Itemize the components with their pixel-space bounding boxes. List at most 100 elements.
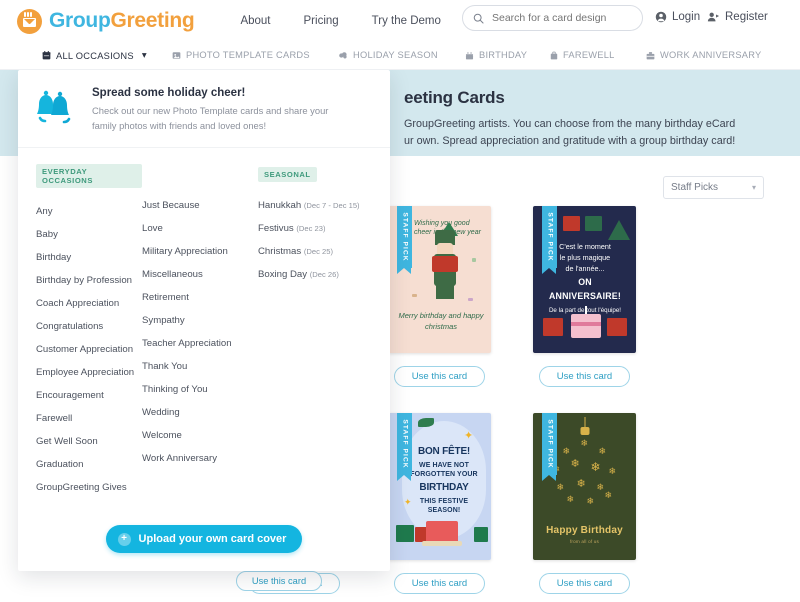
envelope-hand-icon bbox=[17, 8, 42, 34]
list-item[interactable]: Welcome bbox=[142, 424, 258, 447]
list-item-label: Boxing Day bbox=[258, 269, 308, 281]
staff-pick-ribbon: STAFF PICK bbox=[397, 413, 412, 481]
staff-pick-label: STAFF PICK bbox=[546, 212, 553, 262]
list-item[interactable]: Graduation bbox=[36, 453, 142, 476]
bells-icon bbox=[36, 87, 78, 133]
occasions-columns: EVERYDAY OCCASIONS Any Baby Birthday Bir… bbox=[18, 148, 390, 499]
use-this-card-button[interactable]: Use this card bbox=[539, 366, 630, 387]
nav-tab-birthday[interactable]: BIRTHDAY bbox=[465, 50, 527, 60]
card-thumbnail-gold-ornament[interactable]: STAFF PICK ❄ ❄ ❄ ❄ ❄ ❄ ❄ ❄ ❄ ❄ ❄ ❄ Happy… bbox=[533, 413, 636, 560]
everyday-occasions-column-2: Just Because Love Military Appreciation … bbox=[142, 164, 258, 499]
use-this-card-button[interactable]: Use this card bbox=[394, 573, 485, 594]
list-item[interactable]: Customer Appreciation bbox=[36, 338, 142, 361]
list-item[interactable]: Retirement bbox=[142, 286, 258, 309]
plus-circle-icon: + bbox=[117, 532, 131, 546]
star-icon: ✦ bbox=[464, 430, 474, 442]
nav-tab-work-anniversary[interactable]: WORK ANNIVERSARY bbox=[646, 50, 761, 60]
card-text-line-1: BON FÊTE! bbox=[417, 446, 471, 457]
all-occasions-dropdown-panel: Spread some holiday cheer! Check out our… bbox=[18, 70, 390, 571]
card-text-line-1: C'est le moment bbox=[559, 242, 611, 251]
list-item[interactable]: Miscellaneous bbox=[142, 263, 258, 286]
list-item[interactable]: Thank You bbox=[142, 355, 258, 378]
list-item[interactable]: Birthday bbox=[36, 246, 142, 269]
list-item[interactable]: Get Well Soon bbox=[36, 430, 142, 453]
nav-link-try-demo[interactable]: Try the Demo bbox=[372, 15, 441, 27]
card-subtitle-text: from all of us bbox=[569, 539, 600, 544]
staff-pick-ribbon: STAFF PICK bbox=[542, 413, 557, 481]
list-item[interactable]: Any bbox=[36, 200, 142, 223]
nutcracker-legs bbox=[436, 285, 454, 299]
card-text-line-6: SEASON! bbox=[427, 507, 461, 515]
card-thumbnail-nutcracker[interactable]: STAFF PICK Wishing you good cheer in the… bbox=[388, 206, 491, 353]
list-item[interactable]: Employee Appreciation bbox=[36, 361, 142, 384]
sort-select[interactable]: Staff Picks ▾ bbox=[663, 176, 764, 199]
card-title-text: Happy Birthday bbox=[546, 525, 623, 536]
card-thumbnail-bon-anniversaire[interactable]: STAFF PICK C'est le moment le plus magiq… bbox=[533, 206, 636, 353]
list-item[interactable]: Military Appreciation bbox=[142, 240, 258, 263]
page-title: eeting Cards bbox=[404, 88, 505, 107]
staff-pick-label: STAFF PICK bbox=[401, 419, 408, 469]
card-thumbnail-bon-fete[interactable]: STAFF PICK ✦ ✦ BON FÊTE! WE HAVE NOT FOR… bbox=[388, 413, 491, 560]
nav-tab-farewell[interactable]: FAREWELL bbox=[550, 50, 615, 60]
hero-description: GroupGreeting artists. You can choose fr… bbox=[404, 116, 800, 149]
card-text-line-3: de l'année... bbox=[565, 264, 605, 274]
logo-text: GroupGreeting bbox=[49, 9, 195, 33]
list-item[interactable]: Sympathy bbox=[142, 309, 258, 332]
list-item[interactable]: Christmas (Dec 25) bbox=[258, 240, 372, 263]
everyday-list-2: Just Because Love Military Appreciation … bbox=[142, 194, 258, 470]
hero-line-2: ur own. Spread appreciation and gratitud… bbox=[404, 134, 736, 147]
list-item[interactable]: Coach Appreciation bbox=[36, 292, 142, 315]
promo-banner[interactable]: Spread some holiday cheer! Check out our… bbox=[18, 70, 390, 149]
login-link[interactable]: Login bbox=[655, 11, 700, 23]
site-header: GroupGreeting About Pricing Try the Demo… bbox=[0, 0, 800, 42]
nav-link-pricing[interactable]: Pricing bbox=[304, 15, 339, 27]
list-item[interactable]: Wedding bbox=[142, 401, 258, 424]
use-this-card-button[interactable]: Use this card bbox=[539, 573, 630, 594]
column-heading-seasonal: SEASONAL bbox=[258, 167, 317, 183]
list-item[interactable]: Festivus (Dec 23) bbox=[258, 217, 372, 240]
list-item[interactable]: Love bbox=[142, 217, 258, 240]
upload-card-cover-button[interactable]: + Upload your own card cover bbox=[105, 525, 303, 553]
staff-pick-label: STAFF PICK bbox=[401, 212, 408, 262]
use-this-card-button[interactable]: Use this card bbox=[394, 366, 485, 387]
calendar-icon bbox=[42, 51, 51, 60]
list-item[interactable]: Birthday by Profession bbox=[36, 269, 142, 292]
nav-tab-label: PHOTO TEMPLATE CARDS bbox=[186, 50, 310, 60]
list-item[interactable]: Encouragement bbox=[36, 384, 142, 407]
logo[interactable]: GroupGreeting bbox=[17, 8, 195, 34]
tree-icon bbox=[608, 220, 630, 240]
seasonal-column: SEASONAL Hanukkah (Dec 7 - Dec 15) Festi… bbox=[258, 164, 372, 499]
cake-icon bbox=[422, 521, 462, 546]
sort-bar: Staff Picks ▾ bbox=[663, 176, 764, 199]
list-item[interactable]: Hanukkah (Dec 7 - Dec 15) bbox=[258, 194, 372, 217]
list-item[interactable]: Farewell bbox=[36, 407, 142, 430]
list-item[interactable]: Just Because bbox=[142, 194, 258, 217]
search-input[interactable] bbox=[492, 12, 632, 24]
list-item[interactable]: Teacher Appreciation bbox=[142, 332, 258, 355]
upload-button-wrap: + Upload your own card cover bbox=[18, 525, 390, 553]
user-circle-icon bbox=[655, 11, 667, 23]
nav-tab-label: FAREWELL bbox=[563, 50, 615, 60]
everyday-list-1: Any Baby Birthday Birthday by Profession… bbox=[36, 200, 142, 499]
nav-tab-photo-template-cards[interactable]: PHOTO TEMPLATE CARDS bbox=[172, 50, 310, 60]
list-item[interactable]: GroupGreeting Gives bbox=[36, 476, 142, 499]
list-item-dates: (Dec 7 - Dec 15) bbox=[303, 201, 360, 211]
ornament-cap bbox=[580, 427, 589, 435]
nav-tab-all-occasions[interactable]: ALL OCCASIONS ▾ bbox=[42, 50, 147, 61]
use-this-card-button[interactable]: Use this card bbox=[236, 571, 322, 591]
nav-tab-holiday-season[interactable]: HOLIDAY SEASON bbox=[338, 50, 438, 60]
list-item[interactable]: Work Anniversary bbox=[142, 447, 258, 470]
card-text-line-4: BIRTHDAY bbox=[419, 482, 469, 494]
list-item[interactable]: Baby bbox=[36, 223, 142, 246]
sort-select-value: Staff Picks bbox=[671, 182, 719, 193]
login-label: Login bbox=[672, 11, 701, 23]
list-item[interactable]: Thinking of You bbox=[142, 378, 258, 401]
list-item[interactable]: Congratulations bbox=[36, 315, 142, 338]
list-item[interactable]: Boxing Day (Dec 26) bbox=[258, 263, 372, 286]
nav-link-about[interactable]: About bbox=[240, 15, 270, 27]
nav-tab-label: WORK ANNIVERSARY bbox=[660, 50, 762, 60]
register-link[interactable]: Register bbox=[707, 11, 768, 23]
search-bar[interactable] bbox=[462, 5, 643, 31]
column-heading-everyday: EVERYDAY OCCASIONS bbox=[36, 164, 142, 189]
list-item-dates: (Dec 23) bbox=[296, 224, 326, 234]
